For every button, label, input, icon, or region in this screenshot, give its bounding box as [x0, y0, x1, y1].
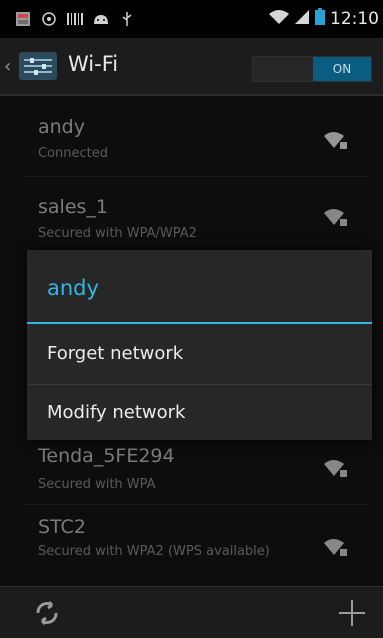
status-time: 12:10 [330, 9, 379, 29]
refresh-icon[interactable] [32, 599, 62, 627]
forget-network-item[interactable]: Forget network [27, 326, 372, 384]
modify-network-label: Modify network [47, 402, 186, 423]
status-bar: 12:10 [0, 0, 383, 38]
toggle-on-label: ON [313, 57, 371, 81]
battery-icon [314, 8, 326, 30]
dialog-title: andy [47, 276, 99, 300]
cell-signal-icon [294, 9, 310, 29]
add-network-icon[interactable] [336, 597, 368, 629]
wifi-signal-icon [268, 9, 290, 29]
action-bar: ‹ Wi-Fi ON [0, 38, 383, 96]
android-icon [92, 11, 110, 27]
page-title: Wi-Fi [68, 52, 119, 76]
network-options-dialog: andy Forget network Modify network [27, 250, 372, 440]
back-chevron-icon[interactable]: ‹ [4, 56, 11, 77]
usb-icon [118, 11, 136, 27]
bottom-action-bar [0, 586, 383, 638]
settings-app-icon[interactable] [18, 50, 60, 82]
wifi-toggle[interactable]: ON [252, 56, 372, 82]
modify-network-item[interactable]: Modify network [27, 385, 372, 443]
barcode-icon [66, 11, 84, 27]
app-icon [14, 11, 32, 27]
forget-network-label: Forget network [47, 343, 184, 364]
dialog-title-divider [27, 322, 372, 324]
wifi-settings-icon [40, 11, 58, 27]
